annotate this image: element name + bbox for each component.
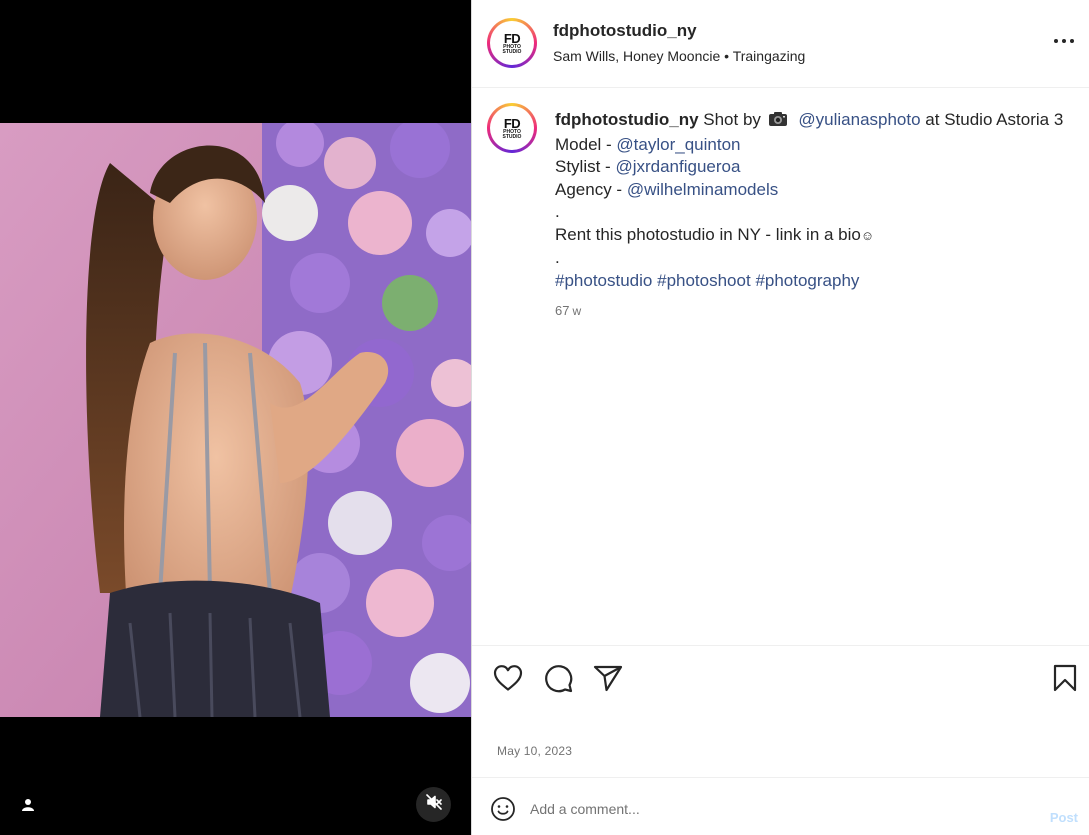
studio-logo: FD PHOTO STUDIO — [492, 108, 532, 148]
logo-letters: FD — [503, 30, 521, 46]
logo-letters: FD — [503, 115, 521, 131]
caption-section: FD PHOTO STUDIO fdphotostudio_ny Shot by… — [472, 88, 1089, 646]
emoji-smiley-icon — [490, 796, 516, 827]
photo-illustration — [0, 123, 471, 717]
comment-composer: Post — [472, 777, 1089, 835]
logo-line2: STUDIO — [502, 133, 522, 140]
muted-speaker-icon — [425, 794, 442, 815]
time-ago-value: 67 — [555, 303, 570, 318]
post-header: FD PHOTO STUDIO fdphotostudio_ny Sam Wil… — [472, 0, 1089, 88]
emoji-picker-button[interactable] — [489, 796, 517, 827]
caption-dot: . — [555, 248, 560, 267]
agency-mention[interactable]: @wilhelminamodels — [627, 180, 778, 199]
caption-timestamp[interactable]: 67 w — [555, 300, 1065, 323]
post-date[interactable]: May 10, 2023 — [497, 744, 572, 758]
author-avatar[interactable]: FD PHOTO STUDIO — [487, 18, 537, 68]
caption-shot-by: Shot by — [703, 110, 761, 129]
agency-label: Agency - — [555, 179, 627, 199]
caption-avatar[interactable]: FD PHOTO STUDIO — [487, 103, 537, 153]
comment-icon — [543, 663, 573, 698]
more-options-button[interactable] — [1052, 28, 1076, 52]
heart-icon — [493, 664, 523, 697]
post-side-panel: FD PHOTO STUDIO fdphotostudio_ny Sam Wil… — [471, 0, 1089, 835]
tagged-users-button[interactable] — [10, 789, 46, 825]
caption-username[interactable]: fdphotostudio_ny — [555, 110, 699, 129]
share-button[interactable] — [591, 663, 625, 697]
model-mention[interactable]: @taylor_quinton — [616, 135, 740, 154]
post-photo[interactable] — [0, 123, 471, 717]
logo-line2: STUDIO — [502, 48, 522, 55]
model-label: Model - — [555, 134, 617, 154]
save-button[interactable] — [1048, 663, 1082, 697]
photographer-mention[interactable]: @yulianasphoto — [798, 110, 920, 129]
time-ago-unit: w — [572, 304, 582, 318]
audio-attribution[interactable]: Sam Wills, Honey Mooncie • Traingazing — [553, 48, 805, 64]
post-media[interactable] — [0, 0, 471, 835]
action-bar — [472, 647, 1089, 717]
stylist-mention[interactable]: @jxrdanfigueroa — [615, 157, 740, 176]
comment-input[interactable] — [530, 795, 1010, 823]
hashtag-link[interactable]: #photography — [755, 271, 859, 290]
post-comment-button[interactable]: Post — [1050, 810, 1078, 825]
caption-dot: . — [555, 202, 560, 221]
author-username[interactable]: fdphotostudio_ny — [553, 21, 697, 41]
smile-emoji: ☺ — [860, 227, 875, 243]
caption-text: fdphotostudio_ny Shot by @yulianasphoto … — [555, 109, 1065, 323]
stylist-label: Stylist - — [555, 157, 616, 176]
hashtag-link[interactable]: #photostudio — [555, 271, 652, 290]
hashtag-list: #photostudio #photoshoot #photography — [555, 270, 1065, 293]
caption-studio-text: at Studio Astoria 3 — [925, 110, 1064, 129]
user-icon — [21, 798, 35, 817]
comment-button[interactable] — [541, 663, 575, 697]
hashtag-link[interactable]: #photoshoot — [657, 271, 751, 290]
like-button[interactable] — [491, 663, 525, 697]
studio-logo: FD PHOTO STUDIO — [492, 23, 532, 63]
paper-plane-icon — [593, 664, 623, 697]
bookmark-icon — [1053, 664, 1077, 697]
mute-toggle-button[interactable] — [416, 787, 451, 822]
more-icon — [1053, 31, 1075, 49]
rent-text: Rent this photostudio in NY - link in a … — [555, 224, 861, 244]
camera-emoji — [768, 111, 788, 134]
